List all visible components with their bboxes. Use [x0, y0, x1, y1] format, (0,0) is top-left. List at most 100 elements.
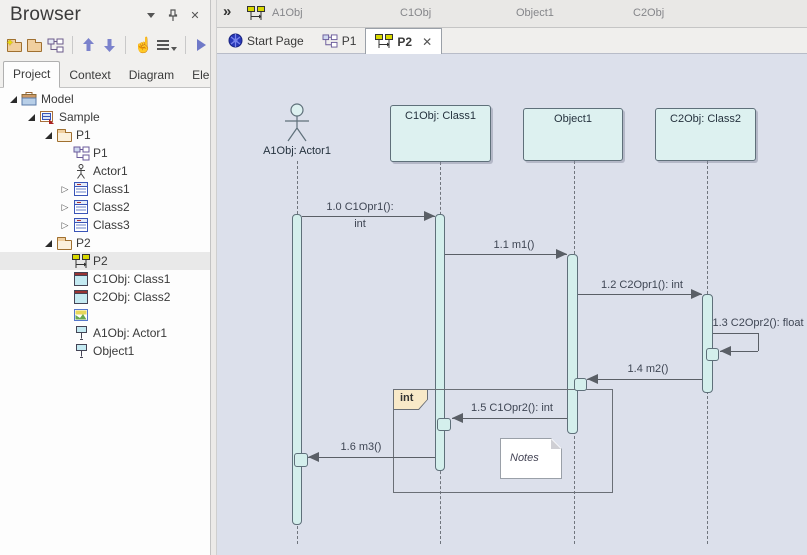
message-1.0-line[interactable]	[302, 216, 435, 217]
tree-item-label: Class2	[93, 200, 130, 214]
tree-item-class2[interactable]: ▷ Class2	[0, 198, 210, 216]
tree-item-p2-diagram[interactable]: P2	[0, 252, 210, 270]
message-1.4-label[interactable]: 1.4 m2()	[593, 363, 703, 375]
new-folder-icon[interactable]	[26, 35, 43, 55]
sequence-lifeline-header: » A1Obj C1Obj Object1 C2Obj	[217, 0, 807, 28]
tree-item-actor1[interactable]: Actor1	[0, 162, 210, 180]
package-folder-icon	[55, 128, 73, 142]
message-1.1-label[interactable]: 1.1 m1()	[459, 239, 569, 251]
message-1.0-label[interactable]: 1.0 C1Opr1():	[305, 201, 415, 213]
tree-item-model[interactable]: Model	[0, 90, 210, 108]
toolbar-separator	[184, 36, 186, 54]
options-menu-icon[interactable]	[156, 35, 177, 55]
expand-toggle-icon[interactable]: ▷	[58, 202, 72, 212]
tree-item-class1[interactable]: ▷ Class1	[0, 180, 210, 198]
tree-item-object1[interactable]: Object1	[0, 342, 210, 360]
application-window: Browser ✕ ✦ ☝ Project Context Diagram Mo…	[0, 0, 807, 555]
tree-item-label: P2	[76, 236, 91, 250]
lifeline-icon	[72, 343, 90, 359]
expand-toggle-icon[interactable]	[6, 95, 20, 103]
expand-toggle-icon[interactable]	[24, 113, 38, 121]
message-1.0-label-line2[interactable]: int	[305, 218, 415, 230]
lifeline-head-c2obj[interactable]: C2Obj: Class2	[655, 108, 756, 161]
tab-p1[interactable]: P1	[313, 28, 366, 53]
expand-toggle-icon[interactable]	[41, 131, 55, 139]
close-tab-icon[interactable]: ✕	[422, 35, 432, 49]
tree-item-image-element[interactable]	[0, 306, 210, 324]
expand-toggle-icon[interactable]	[41, 239, 55, 247]
tree-item-p1-diagram[interactable]: P1	[0, 144, 210, 162]
activation-c2obj[interactable]	[702, 294, 713, 393]
sequence-diagram-icon	[72, 253, 90, 269]
close-panel-icon[interactable]: ✕	[186, 7, 204, 23]
message-1.1-line[interactable]	[445, 254, 567, 255]
actor-name-label[interactable]: A1Obj: Actor1	[237, 145, 357, 157]
expand-toggle-icon[interactable]: ▷	[58, 184, 72, 194]
locate-element-icon[interactable]: ☝	[134, 35, 153, 55]
message-1.3-label[interactable]: 1.3 C2Opr2(): float	[704, 317, 807, 329]
diagram-workspace: » A1Obj C1Obj Object1 C2Obj Start Page P…	[217, 0, 807, 555]
header-lifeline-a1obj: A1Obj	[272, 7, 303, 19]
message-1.3-line-out[interactable]	[713, 333, 758, 334]
tree-item-c2obj[interactable]: C2Obj: Class2	[0, 288, 210, 306]
class-icon	[72, 200, 90, 214]
message-1.3-line-down[interactable]	[758, 333, 759, 351]
message-1.5-label[interactable]: 1.5 C1Opr2(): int	[457, 402, 567, 414]
message-1.0-arrowhead	[424, 211, 435, 221]
tree-item-c1obj[interactable]: C1Obj: Class1	[0, 270, 210, 288]
tree-item-label: A1Obj: Actor1	[93, 326, 168, 340]
tab-diagram[interactable]: Diagram	[120, 63, 183, 88]
browser-titlebar: Browser ✕	[0, 0, 210, 30]
tree-item-label: Class3	[93, 218, 130, 232]
tree-item-sample[interactable]: Sample	[0, 108, 210, 126]
actor-figure[interactable]	[279, 102, 315, 144]
tree-item-p2-package[interactable]: P2	[0, 234, 210, 252]
new-diagram-icon[interactable]	[47, 35, 64, 55]
lifeline-head-c1obj[interactable]: C1Obj: Class1	[390, 105, 491, 162]
tree-item-label: P1	[76, 128, 91, 142]
message-1.2-label[interactable]: 1.2 C2Opr1(): int	[587, 279, 697, 291]
model-icon	[20, 92, 38, 106]
message-1.3-arrowhead	[720, 346, 731, 356]
header-lifeline-c2obj: C2Obj	[633, 7, 665, 19]
panel-splitter[interactable]	[210, 0, 217, 555]
message-1.2-line[interactable]	[578, 294, 702, 295]
expand-toolbar-icon[interactable]	[194, 35, 210, 55]
panel-title: Browser	[10, 4, 82, 25]
panel-menu-caret-icon[interactable]	[142, 7, 160, 23]
expand-toggle-icon[interactable]: ▷	[58, 220, 72, 230]
message-1.4-line[interactable]	[587, 379, 702, 380]
note-element[interactable]: Notes	[500, 438, 562, 479]
new-package-icon[interactable]: ✦	[6, 35, 22, 55]
sequence-diagram-canvas[interactable]: A1Obj: Actor1 C1Obj: Class1 Object1 C2Ob…	[217, 54, 807, 555]
tree-item-label: C1Obj: Class1	[93, 272, 171, 286]
tree-item-p1-package[interactable]: P1	[0, 126, 210, 144]
nested-activation-c2obj[interactable]	[706, 348, 719, 361]
project-tree: Model Sample P1 P1 Actor1 ▷ Class1 ▷ Cla…	[0, 88, 210, 555]
activation-a1obj[interactable]	[292, 214, 302, 525]
object-icon	[72, 290, 90, 304]
move-up-icon[interactable]	[81, 35, 97, 55]
header-lifeline-c1obj: C1Obj	[400, 7, 432, 19]
tab-project[interactable]: Project	[3, 61, 61, 88]
tree-item-a1obj[interactable]: A1Obj: Actor1	[0, 324, 210, 342]
tab-p2-active[interactable]: P2 ✕	[365, 28, 443, 54]
nested-activation-a1obj[interactable]	[294, 453, 308, 467]
collapse-header-icon[interactable]: »	[223, 3, 231, 20]
tree-item-class3[interactable]: ▷ Class3	[0, 216, 210, 234]
lifeline-head-object1[interactable]: Object1	[523, 108, 623, 161]
nested-activation-object1[interactable]	[574, 378, 587, 391]
message-1.5-line[interactable]	[452, 418, 567, 419]
message-1.6-line[interactable]	[308, 457, 435, 458]
move-down-icon[interactable]	[101, 35, 117, 55]
start-page-icon	[228, 33, 243, 48]
pin-icon[interactable]	[164, 7, 182, 23]
class-icon	[72, 182, 90, 196]
message-1.6-label[interactable]: 1.6 m3()	[306, 441, 416, 453]
tree-item-label: P2	[93, 254, 108, 268]
tab-context[interactable]: Context	[60, 63, 119, 88]
document-tab-strip: Start Page P1 P2 ✕	[217, 28, 807, 54]
nested-activation-c1obj[interactable]	[437, 418, 451, 431]
tree-item-label: P1	[93, 146, 108, 160]
tab-start-page[interactable]: Start Page	[219, 28, 313, 53]
